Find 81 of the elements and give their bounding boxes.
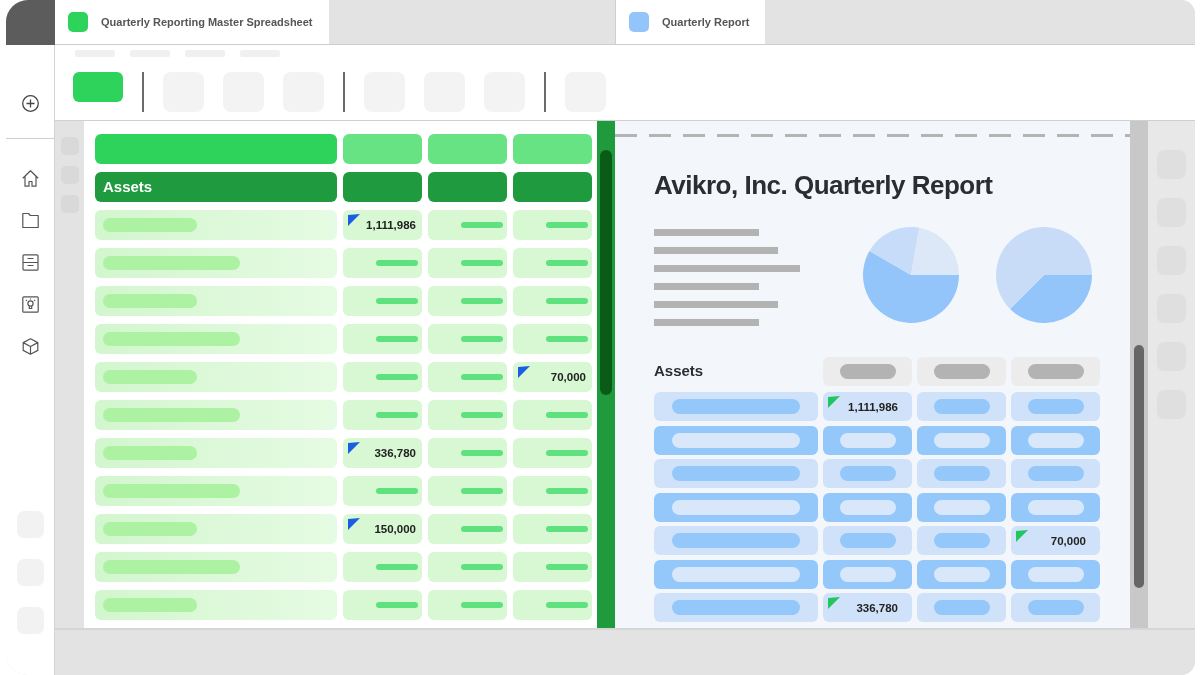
cube-icon[interactable] bbox=[21, 338, 39, 355]
placeholder-bar bbox=[376, 298, 418, 304]
flag-icon bbox=[348, 214, 360, 226]
home-icon[interactable] bbox=[21, 170, 39, 187]
flag-icon bbox=[828, 597, 840, 609]
placeholder-bar bbox=[839, 466, 896, 481]
placeholder-bar bbox=[546, 336, 588, 342]
table-label: Assets bbox=[654, 361, 704, 382]
cell-value: 70,000 bbox=[550, 370, 586, 386]
placeholder-bar bbox=[839, 432, 896, 448]
placeholder-bar bbox=[461, 260, 503, 266]
frame-corner bbox=[6, 0, 55, 45]
placeholder-bar bbox=[461, 564, 503, 570]
placeholder-bar bbox=[546, 526, 588, 532]
placeholder-bar bbox=[461, 602, 503, 608]
lightbulb-icon[interactable] bbox=[21, 296, 39, 313]
placeholder-bar bbox=[933, 466, 990, 481]
flag-icon bbox=[348, 518, 360, 530]
placeholder-bar bbox=[461, 450, 503, 456]
cell-value: 1,111,986 bbox=[366, 218, 416, 234]
placeholder-bar bbox=[546, 298, 588, 304]
placeholder-bar bbox=[376, 374, 418, 380]
scrollbar[interactable] bbox=[597, 121, 615, 628]
folder-icon[interactable] bbox=[21, 212, 39, 229]
placeholder-bar bbox=[461, 488, 503, 494]
placeholder-bar bbox=[1027, 566, 1084, 582]
placeholder-bar bbox=[546, 412, 588, 418]
placeholder-bar bbox=[933, 432, 990, 448]
placeholder-bar bbox=[933, 600, 990, 615]
placeholder-bar bbox=[1027, 399, 1084, 414]
placeholder-bar bbox=[461, 336, 503, 342]
placeholder-bar bbox=[839, 533, 896, 548]
plus-circle-icon[interactable] bbox=[21, 95, 39, 112]
placeholder-bar bbox=[1027, 432, 1084, 448]
flag-icon bbox=[348, 442, 360, 454]
placeholder-bar bbox=[461, 222, 503, 228]
scrollbar-thumb[interactable] bbox=[1134, 345, 1144, 588]
report-title: Avikro, Inc. Quarterly Report bbox=[654, 170, 993, 201]
placeholder-bar bbox=[461, 526, 503, 532]
placeholder-bar bbox=[461, 412, 503, 418]
placeholder-bar bbox=[933, 566, 990, 582]
scrollbar-thumb[interactable] bbox=[600, 150, 612, 395]
tab[interactable]: Quarterly Reporting Master Spreadsheet bbox=[55, 0, 329, 44]
flag-icon bbox=[1016, 530, 1028, 542]
placeholder-bar bbox=[546, 260, 588, 266]
placeholder-bar bbox=[933, 499, 990, 515]
placeholder-bar bbox=[546, 564, 588, 570]
toolbar-button[interactable] bbox=[73, 72, 123, 102]
placeholder-bar bbox=[933, 399, 990, 414]
drawer-icon[interactable] bbox=[21, 254, 39, 271]
cell-value: 336,780 bbox=[374, 446, 416, 462]
scrollbar[interactable] bbox=[1130, 121, 1148, 628]
placeholder-bar bbox=[933, 533, 990, 548]
cell-value: 336,780 bbox=[856, 600, 898, 616]
placeholder-bar bbox=[839, 566, 896, 582]
placeholder-bar bbox=[1027, 466, 1084, 481]
placeholder-bar bbox=[376, 564, 418, 570]
flag-icon bbox=[518, 366, 530, 378]
placeholder-bar bbox=[461, 298, 503, 304]
placeholder-bar bbox=[376, 488, 418, 494]
placeholder-bar bbox=[1027, 600, 1084, 615]
placeholder-bar bbox=[839, 364, 896, 379]
flag-icon bbox=[828, 396, 840, 408]
placeholder-bar bbox=[546, 222, 588, 228]
cell-value: 70,000 bbox=[1050, 533, 1086, 549]
placeholder-bar bbox=[546, 602, 588, 608]
placeholder-bar bbox=[376, 602, 418, 608]
placeholder-bar bbox=[933, 364, 990, 379]
section-header-cell: Assets bbox=[95, 172, 337, 202]
cell-value: 1,111,986 bbox=[848, 399, 898, 415]
placeholder-bar bbox=[1027, 364, 1084, 379]
placeholder-bar bbox=[376, 336, 418, 342]
placeholder-bar bbox=[546, 488, 588, 494]
placeholder-bar bbox=[376, 260, 418, 266]
placeholder-bar bbox=[546, 450, 588, 456]
placeholder-bar bbox=[376, 412, 418, 418]
tab[interactable]: Quarterly Report bbox=[616, 0, 766, 44]
placeholder-bar bbox=[1027, 499, 1084, 515]
placeholder-bar bbox=[839, 499, 896, 515]
placeholder-bar bbox=[461, 374, 503, 380]
cell-value: 150,000 bbox=[374, 522, 416, 538]
